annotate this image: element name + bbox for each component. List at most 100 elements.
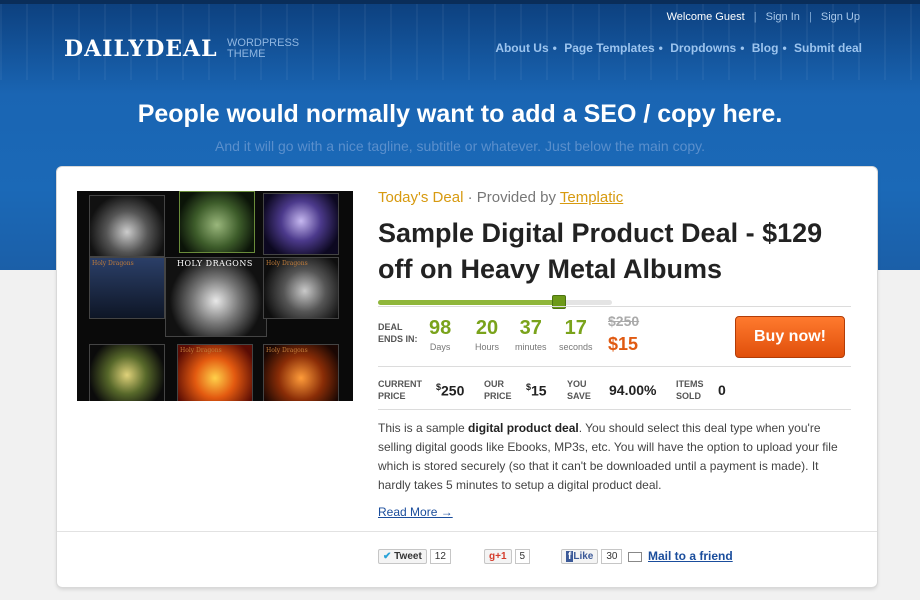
divider xyxy=(378,409,851,410)
nav-submit-deal[interactable]: Submit deal xyxy=(794,41,862,55)
sign-in-link[interactable]: Sign In xyxy=(766,11,800,23)
original-price: $250 xyxy=(608,313,640,329)
stat-label-line1: ITEMS xyxy=(676,379,704,389)
countdown-unit: Days xyxy=(429,342,451,352)
album-cover: Holy Dragons xyxy=(263,257,339,319)
description-bold: digital product deal xyxy=(468,421,579,435)
gplus-label: +1 xyxy=(495,551,507,562)
sign-up-link[interactable]: Sign Up xyxy=(821,11,860,23)
mail-to-friend-link[interactable]: Mail to a friend xyxy=(648,549,733,563)
stat-label-line1: OUR xyxy=(484,379,504,389)
deal-price: $15 xyxy=(608,334,639,354)
progress-fill xyxy=(378,300,559,305)
album-caption: Holy Dragons xyxy=(266,260,308,267)
countdown-value: 20 xyxy=(475,317,499,339)
stat-number: 250 xyxy=(441,382,465,399)
album-caption: Holy Dragons xyxy=(266,347,308,354)
countdown-hours: 20 Hours xyxy=(475,317,499,352)
buy-now-button[interactable]: Buy now! xyxy=(735,316,845,358)
countdown-unit: seconds xyxy=(559,342,593,352)
stat-value: $250 xyxy=(436,382,464,399)
nav-about-us[interactable]: About Us xyxy=(495,41,548,55)
like-label: Like xyxy=(573,551,594,562)
tweet-button[interactable]: ✔ Tweet xyxy=(378,549,427,564)
tweet-share[interactable]: ✔ Tweet 12 xyxy=(378,549,451,564)
description-text: This is a sample xyxy=(378,421,469,435)
deal-description: This is a sample digital product deal. Y… xyxy=(378,419,848,495)
user-bar: Welcome Guest | Sign In | Sign Up xyxy=(667,11,860,23)
nav-page-templates[interactable]: Page Templates xyxy=(564,41,654,55)
countdown-seconds: 17 seconds xyxy=(559,317,593,352)
separator: | xyxy=(753,11,757,23)
stat-label: OUR PRICE xyxy=(484,378,512,402)
countdown-value: 17 xyxy=(564,317,587,339)
facebook-like[interactable]: f Like 30 xyxy=(561,549,623,564)
divider xyxy=(378,366,851,367)
nav-dropdowns[interactable]: Dropdowns xyxy=(670,41,736,55)
countdown-unit: minutes xyxy=(515,342,547,352)
deal-title[interactable]: Sample Digital Product Deal - $129 off o… xyxy=(378,215,838,287)
nav-separator: • xyxy=(782,41,787,55)
album-caption: Holy Dragons xyxy=(92,260,134,267)
hero-tagline: And it will go with a nice tagline, subt… xyxy=(215,138,705,154)
stat-value: 0 xyxy=(718,382,726,398)
logo-subtitle: WORDPRESS THEME xyxy=(227,38,299,60)
stat-label-line2: PRICE xyxy=(378,391,406,401)
twitter-bird-icon: ✔ xyxy=(383,551,392,562)
album-title: HOLY DRAGONS xyxy=(177,259,253,268)
like-button[interactable]: f Like xyxy=(561,549,599,564)
divider xyxy=(378,306,851,307)
deal-card: Holy Dragons HOLY DRAGONS Holy Dragons H… xyxy=(57,167,877,587)
stat-label: YOU SAVE xyxy=(567,378,591,402)
nav-separator: • xyxy=(740,41,745,55)
album-cover: Holy Dragons xyxy=(89,257,165,319)
stat-label-line2: SAVE xyxy=(567,391,591,401)
countdown-value: 37 xyxy=(519,317,542,339)
like-count: 30 xyxy=(601,549,623,564)
provided-by-label: · Provided by xyxy=(467,189,556,206)
deal-image[interactable]: Holy Dragons HOLY DRAGONS Holy Dragons H… xyxy=(77,191,353,401)
hero-headline: People would normally want to add a SEO … xyxy=(137,100,783,128)
nav-blog[interactable]: Blog xyxy=(752,41,779,55)
stat-label-line1: CURRENT xyxy=(378,379,422,389)
separator: | xyxy=(808,11,812,23)
album-cover xyxy=(263,193,339,255)
gplus-count: 5 xyxy=(514,549,531,564)
site-logo[interactable]: DAILYDEAL xyxy=(64,36,218,62)
countdown-minutes: 37 minutes xyxy=(515,317,547,352)
stat-value: 94.00% xyxy=(609,382,657,398)
stat-number: 15 xyxy=(531,382,547,399)
read-more-link[interactable]: Read More → xyxy=(378,505,453,519)
main-nav: About Us • Page Templates • Dropdowns • Blo… xyxy=(495,41,862,55)
stat-label-line2: PRICE xyxy=(484,391,512,401)
deal-ends-label: DEAL ENDS IN: xyxy=(378,321,418,345)
deal-stats: CURRENT PRICE $250 OUR PRICE $15 YOU SAV… xyxy=(378,375,851,409)
mail-to-friend[interactable]: Mail to a friend xyxy=(628,549,733,563)
deal-meta: Today's Deal · Provided by Templatic xyxy=(378,189,623,206)
gplus-button[interactable]: g+1 xyxy=(484,549,512,564)
album-cover xyxy=(179,191,255,253)
album-cover: Holy Dragons xyxy=(177,344,253,401)
stat-label-line2: SOLD xyxy=(676,391,702,401)
deal-progress-bar xyxy=(378,295,612,309)
provider-link[interactable]: Templatic xyxy=(560,189,623,206)
stat-label: CURRENT PRICE xyxy=(378,378,422,402)
welcome-text: Welcome Guest xyxy=(666,11,745,23)
envelope-icon xyxy=(628,551,642,562)
todays-deal-label: Today's Deal xyxy=(378,189,464,206)
logo-sub-line2: THEME xyxy=(227,48,266,60)
countdown-unit: Hours xyxy=(475,342,500,352)
stat-value: $15 xyxy=(526,382,547,399)
tweet-count: 12 xyxy=(429,549,451,564)
ends-label-line2: ENDS IN: xyxy=(378,334,418,344)
album-cover xyxy=(89,344,165,401)
gplus-share[interactable]: g+1 5 xyxy=(484,549,531,564)
nav-separator: • xyxy=(658,41,663,55)
album-caption: Holy Dragons xyxy=(180,347,222,354)
countdown-days: 98 Days xyxy=(429,317,451,352)
album-cover: Holy Dragons xyxy=(263,344,339,401)
tweet-label: Tweet xyxy=(394,551,422,562)
album-cover xyxy=(89,195,165,257)
stat-label-line1: YOU xyxy=(567,379,587,389)
countdown-value: 98 xyxy=(429,317,452,339)
